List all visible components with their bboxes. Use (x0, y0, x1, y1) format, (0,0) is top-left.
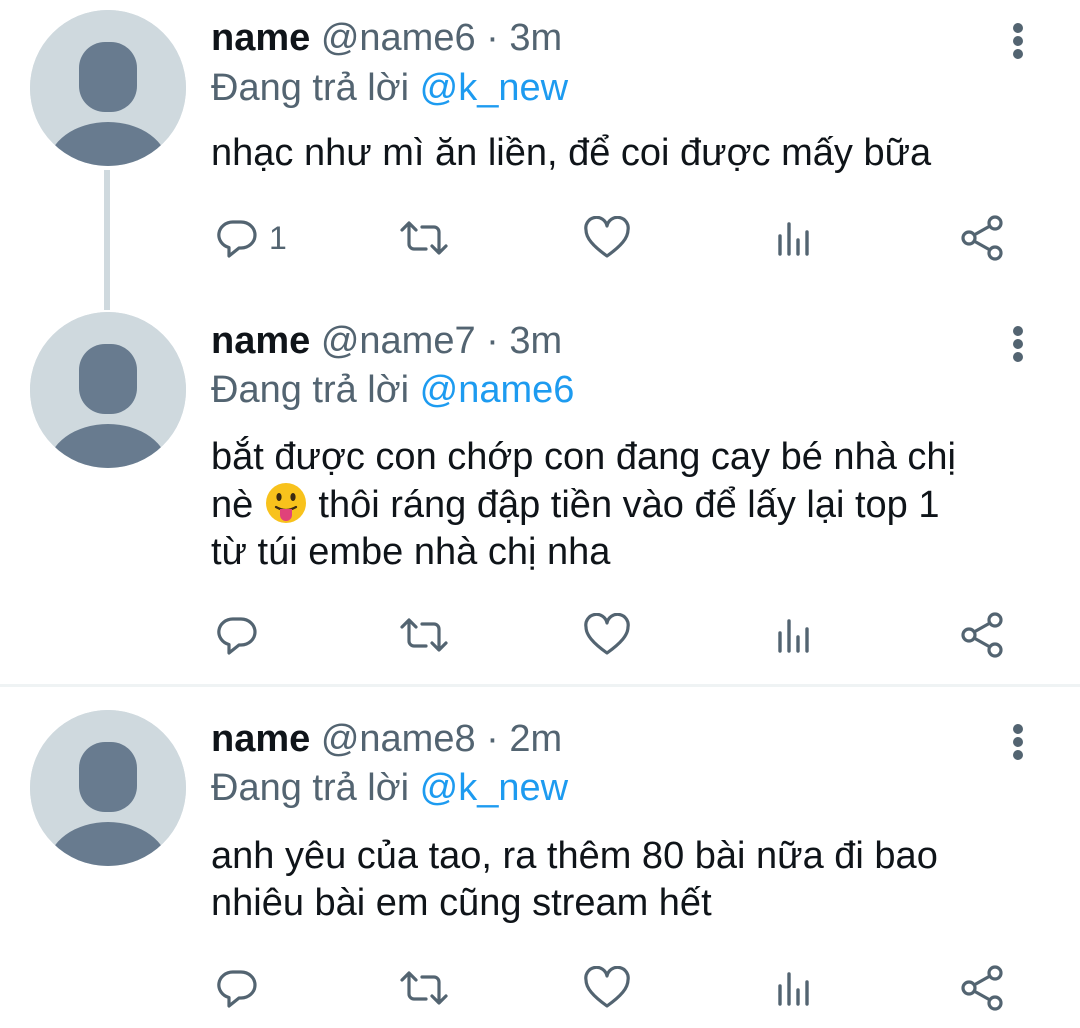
separator-dot: · (486, 17, 499, 59)
display-name[interactable]: name (211, 17, 310, 59)
replying-to-label: Đang trả lời (211, 67, 410, 109)
tweet-text: anh yêu của tao, ra thêm 80 bài nữa đi b… (211, 833, 1031, 927)
reply-icon (217, 617, 257, 655)
more-vertical-icon-dot (1013, 339, 1023, 349)
avatar[interactable] (30, 710, 186, 866)
share-icon (961, 612, 1003, 658)
analytics-icon (778, 222, 809, 256)
tweet-text-segment: thôi ráng đập tiền vào để lấy lại top 1 (318, 484, 940, 526)
reply-icon (217, 220, 257, 258)
tweet-text-line: nè thôi ráng đập tiền vào để lấy lại top… (211, 481, 1031, 529)
tweet-actions: 1 (211, 213, 1031, 263)
tweet-header: name @name8 · 2m (211, 714, 562, 764)
replying-to-line: Đang trả lời @k_new (211, 763, 568, 813)
tweet-text-line: anh yêu của tao, ra thêm 80 bài nữa đi b… (211, 835, 938, 877)
more-vertical-icon-dot (1013, 49, 1023, 59)
avatar[interactable] (30, 312, 186, 468)
share-button[interactable] (959, 213, 1007, 263)
display-name[interactable]: name (211, 320, 310, 362)
separator-dot: · (486, 718, 499, 760)
more-vertical-icon-dot (1013, 737, 1023, 747)
share-button[interactable] (959, 610, 1007, 660)
user-handle[interactable]: @name7 (321, 320, 476, 362)
tweet-header: name @name7 · 3m (211, 316, 562, 366)
tweet-text: nhạc như mì ăn liền, để coi được mấy bữa (211, 130, 1031, 177)
like-button[interactable] (583, 213, 631, 263)
timestamp[interactable]: 3m (509, 320, 562, 362)
tweet-text-line: từ túi embe nhà chị nha (211, 531, 611, 573)
more-vertical-icon (1013, 326, 1023, 336)
tweet-3[interactable]: name @name8 · 2m Đang trả lời @k_new anh… (0, 687, 1080, 1028)
tongue-out-emoji (264, 481, 308, 525)
share-button[interactable] (959, 963, 1007, 1013)
default-avatar-icon (30, 10, 186, 166)
retweet-icon (400, 971, 448, 1005)
analytics-icon (778, 972, 809, 1006)
retweet-button[interactable] (398, 963, 450, 1013)
reply-count: 1 (269, 220, 287, 256)
analytics-button[interactable] (775, 610, 815, 660)
reply-button[interactable] (215, 610, 269, 660)
thread-connector-line (104, 170, 110, 310)
tweet-text: bắt được con chớp con đang cay bé nhà ch… (211, 434, 1031, 576)
more-options-button[interactable] (1004, 718, 1032, 766)
display-name[interactable]: name (211, 718, 310, 760)
default-avatar-icon (30, 710, 186, 866)
tweet-text-line: nhiêu bài em cũng stream hết (211, 882, 712, 924)
retweet-button[interactable] (398, 610, 450, 660)
tweet-actions (211, 610, 1031, 660)
share-icon (961, 965, 1003, 1011)
timestamp[interactable]: 2m (509, 718, 562, 760)
user-handle[interactable]: @name6 (321, 17, 476, 59)
tweet-1[interactable]: name @name6 · 3m Đang trả lời @k_new nhạ… (0, 0, 1080, 310)
separator-dot: · (486, 320, 499, 362)
analytics-button[interactable] (775, 213, 815, 263)
user-handle[interactable]: @name8 (321, 718, 476, 760)
reply-button[interactable] (215, 963, 269, 1013)
replying-to-label: Đang trả lời (211, 369, 410, 411)
reply-button[interactable]: 1 (215, 213, 287, 263)
retweet-icon (400, 221, 448, 255)
replying-to-label: Đang trả lời (211, 767, 410, 809)
like-button[interactable] (583, 963, 631, 1013)
analytics-icon (778, 619, 809, 653)
replying-to-mention[interactable]: @name6 (420, 369, 575, 411)
default-avatar-icon (30, 312, 186, 468)
like-button[interactable] (583, 610, 631, 660)
retweet-button[interactable] (398, 213, 450, 263)
more-options-button[interactable] (1004, 17, 1032, 65)
more-vertical-icon (1013, 23, 1023, 33)
tongue-out-emoji-icon (265, 483, 306, 523)
tweet-header: name @name6 · 3m (211, 13, 562, 63)
heart-icon (584, 966, 630, 1008)
replying-to-mention[interactable]: @k_new (420, 67, 568, 109)
heart-icon (584, 613, 630, 655)
heart-icon (584, 216, 630, 258)
tweet-2[interactable]: name @name7 · 3m Đang trả lời @name6 bắt… (0, 300, 1080, 684)
tweet-text-segment: nè (211, 484, 254, 526)
more-vertical-icon-dot (1013, 352, 1023, 362)
replying-to-line: Đang trả lời @k_new (211, 63, 568, 113)
more-vertical-icon-dot (1013, 36, 1023, 46)
replying-to-line: Đang trả lời @name6 (211, 365, 574, 415)
analytics-button[interactable] (775, 963, 815, 1013)
tweet-text-line: bắt được con chớp con đang cay bé nhà ch… (211, 436, 956, 478)
more-options-button[interactable] (1004, 320, 1032, 368)
tweet-actions (211, 963, 1031, 1013)
replying-to-mention[interactable]: @k_new (420, 767, 568, 809)
avatar[interactable] (30, 10, 186, 166)
timestamp[interactable]: 3m (509, 17, 562, 59)
share-icon (961, 215, 1003, 261)
more-vertical-icon-dot (1013, 750, 1023, 760)
more-vertical-icon (1013, 724, 1023, 734)
tweet-text-line: nhạc như mì ăn liền, để coi được mấy bữa (211, 132, 932, 174)
retweet-icon (400, 618, 448, 652)
reply-icon (217, 970, 257, 1008)
